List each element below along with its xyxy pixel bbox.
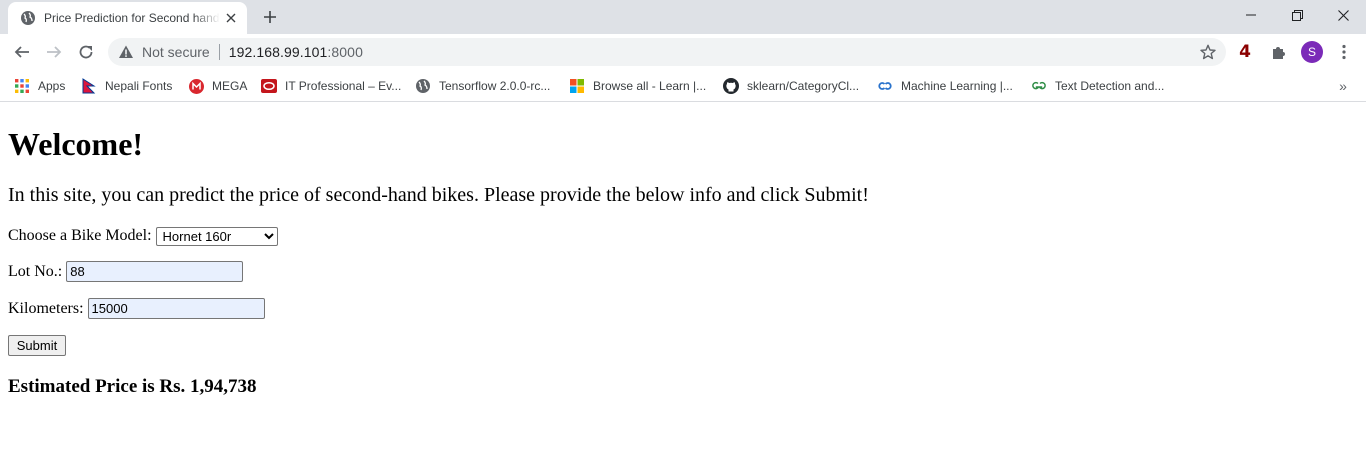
active-tab[interactable]: Price Prediction for Second hand Bikes: [8, 2, 247, 34]
bookmark-tensorflow[interactable]: Tensorflow 2.0.0-rc...: [415, 75, 550, 97]
extension-badge-icon[interactable]: 4: [1236, 42, 1254, 62]
geeksforgeeks-icon: [1031, 78, 1047, 94]
close-tab-icon[interactable]: [223, 10, 239, 26]
page-title: Welcome!: [8, 126, 144, 162]
bookmark-apps[interactable]: Apps: [14, 75, 65, 97]
bookmark-star-icon[interactable]: [1200, 44, 1216, 60]
nepal-flag-icon: [81, 78, 97, 94]
bookmark-label: Tensorflow 2.0.0-rc...: [439, 79, 551, 93]
profile-avatar[interactable]: S: [1301, 41, 1323, 63]
back-icon[interactable]: [8, 38, 36, 66]
bookmark-label: Apps: [38, 79, 66, 93]
bookmark-mega[interactable]: MEGA: [188, 75, 247, 97]
lot-label: Lot No.:: [8, 262, 63, 280]
microsoft-icon: [569, 78, 585, 94]
minimize-icon[interactable]: [1228, 0, 1274, 30]
globe-icon: [20, 10, 36, 26]
coursera-icon: [877, 78, 893, 94]
bike-model-row: Choose a Bike Model: Hornet 160r: [8, 226, 278, 246]
bookmark-label: Text Detection and...: [1055, 79, 1165, 93]
apps-grid-icon: [14, 78, 30, 94]
url-host: 192.168.99.101: [228, 44, 328, 60]
bookmark-label: Machine Learning |...: [901, 79, 1013, 93]
url-port: :8000: [327, 44, 363, 60]
omnibox-separator: [218, 44, 220, 60]
mega-icon: [188, 78, 204, 94]
globe-icon: [415, 78, 431, 94]
new-tab-icon[interactable]: [259, 6, 281, 28]
forward-icon[interactable]: [40, 38, 68, 66]
tab-title: Price Prediction for Second hand Bikes: [44, 11, 220, 25]
submit-button[interactable]: Submit: [8, 335, 66, 356]
lot-input[interactable]: [66, 261, 244, 282]
bookmark-sklearn[interactable]: sklearn/CategoryCl...: [723, 75, 859, 97]
url-text[interactable]: 192.168.99.101:8000: [229, 44, 363, 60]
lot-row: Lot No.:: [8, 261, 244, 282]
intro-text: In this site, you can predict the price …: [8, 184, 869, 206]
bookmark-browse-all[interactable]: Browse all - Learn |...: [569, 75, 706, 97]
km-label: Kilometers:: [8, 299, 84, 317]
bike-model-label: Choose a Bike Model:: [8, 227, 152, 244]
warning-icon[interactable]: [118, 44, 134, 60]
bookmark-nepali-fonts[interactable]: Nepali Fonts: [81, 75, 172, 97]
bike-model-select[interactable]: Hornet 160r: [155, 226, 278, 246]
bookmark-label: MEGA: [212, 79, 248, 93]
bookmark-label: Browse all - Learn |...: [593, 79, 707, 93]
extensions-puzzle-icon[interactable]: [1269, 42, 1289, 62]
bookmark-label: Nepali Fonts: [105, 79, 173, 93]
estimated-price: Estimated Price is Rs. 1,94,738: [8, 376, 257, 397]
tab-strip: Price Prediction for Second hand Bikes: [0, 0, 1366, 34]
close-window-icon[interactable]: [1320, 0, 1366, 30]
browser-toolbar: Not secure 192.168.99.101:8000 4 S: [0, 34, 1366, 70]
reload-icon[interactable]: [72, 38, 100, 66]
bookmarks-overflow-icon[interactable]: »: [1334, 75, 1352, 97]
bookmark-text-detection[interactable]: Text Detection and...: [1031, 75, 1164, 97]
bookmark-label: sklearn/CategoryCl...: [747, 79, 860, 93]
bookmark-machine-learning[interactable]: Machine Learning |...: [877, 75, 1013, 97]
menu-kebab-icon[interactable]: [1334, 42, 1354, 62]
github-icon: [723, 78, 739, 94]
bookmark-label: IT Professional – Ev...: [285, 79, 402, 93]
km-row: Kilometers:: [8, 298, 265, 319]
restore-icon[interactable]: [1274, 0, 1320, 30]
address-bar[interactable]: Not secure 192.168.99.101:8000: [108, 38, 1226, 66]
security-label[interactable]: Not secure: [142, 44, 210, 60]
page-content: Welcome! In this site, you can predict t…: [0, 103, 1366, 476]
bookmark-it-professional[interactable]: IT Professional – Ev...: [261, 75, 401, 97]
bookmarks-bar: Apps Nepali Fonts MEGA IT Professional –…: [0, 70, 1366, 102]
it-professional-icon: [261, 78, 277, 94]
km-input[interactable]: [87, 298, 265, 319]
